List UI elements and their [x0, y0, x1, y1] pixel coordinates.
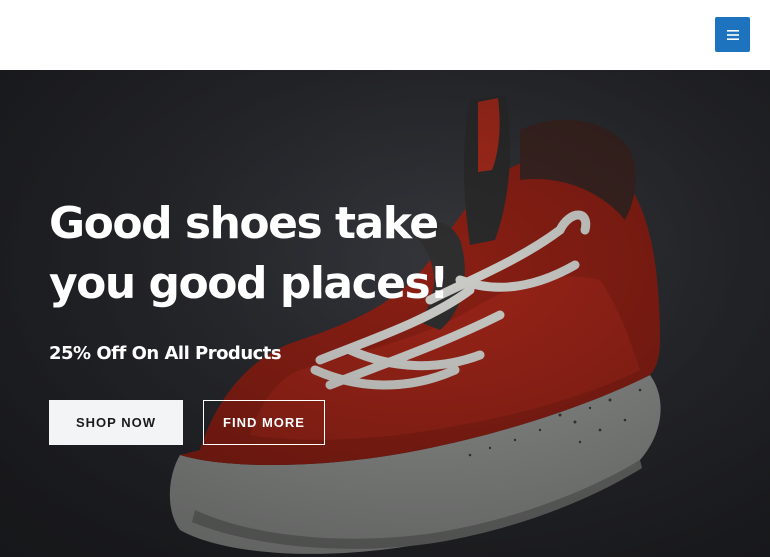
hero-subtitle: 25% Off On All Products — [49, 343, 282, 364]
site-header — [0, 0, 770, 70]
hamburger-menu-icon — [726, 29, 739, 40]
hero-title: Good shoes take you good places! — [49, 194, 469, 314]
hero-text: Good shoes take you good places! 25% Off… — [49, 194, 469, 364]
hero-title-line-1: Good shoes take — [49, 198, 439, 249]
hero-buttons: SHOP NOW FIND MORE — [49, 400, 325, 445]
menu-toggle-button[interactable] — [715, 17, 750, 52]
hero-title-line-2: you good places! — [49, 258, 449, 309]
hero-banner: Good shoes take you good places! 25% Off… — [0, 70, 770, 557]
shop-now-button[interactable]: SHOP NOW — [49, 400, 183, 445]
find-more-button[interactable]: FIND MORE — [203, 400, 325, 445]
